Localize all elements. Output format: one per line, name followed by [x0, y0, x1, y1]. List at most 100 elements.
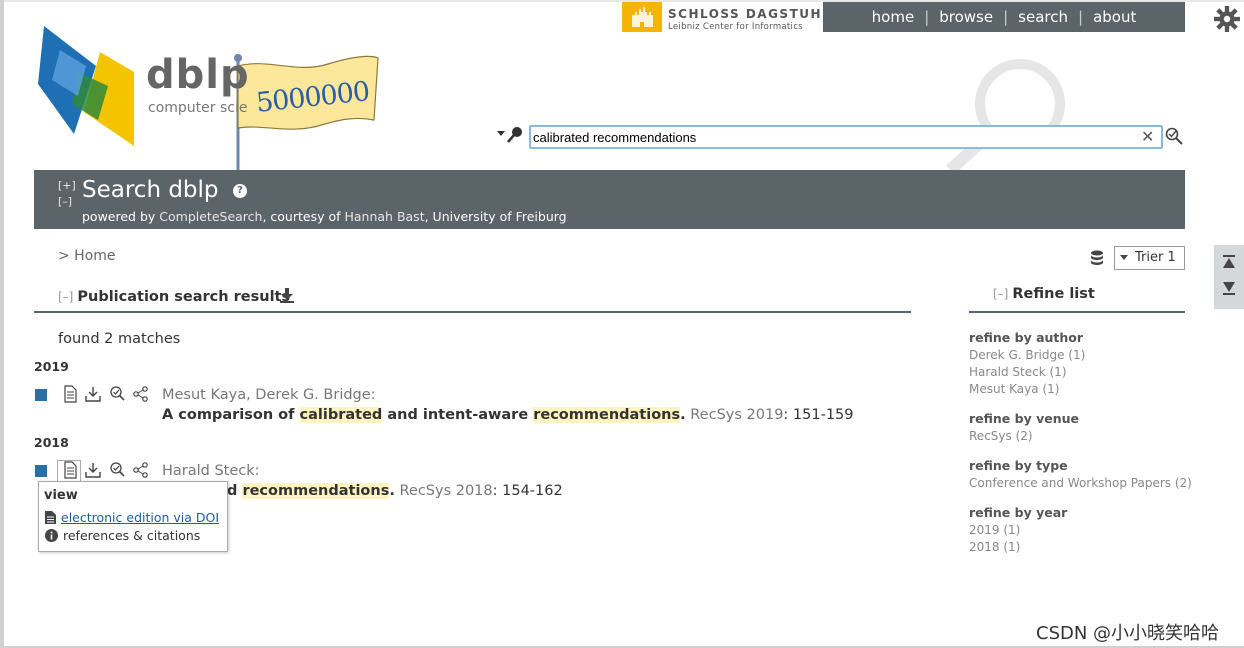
refine-group-heading: refine by venue: [969, 411, 1079, 426]
title-highlight: recommendations: [242, 483, 390, 499]
gear-icon[interactable]: [1214, 6, 1240, 32]
nav-search[interactable]: search: [1008, 8, 1078, 26]
database-icon: [1091, 250, 1103, 265]
export-download-icon[interactable]: [84, 385, 102, 403]
match-count: found 2 matches: [58, 331, 181, 347]
entry-authors[interactable]: Harald Steck:: [162, 463, 260, 479]
dblp-logo[interactable]: dblp computer scie 5000000: [38, 24, 398, 172]
logo-wordmark: dblp: [146, 52, 250, 98]
nav-about[interactable]: about: [1083, 8, 1146, 26]
share-icon[interactable]: [132, 385, 150, 403]
csdn-watermark: CSDN @小小晓笑哈哈: [1036, 623, 1220, 644]
popup-item-doi[interactable]: electronic edition via DOI: [45, 510, 219, 525]
top-navigation: home | browse | search | about: [823, 2, 1185, 32]
entry-venue[interactable]: RecSys 2018: [395, 483, 492, 499]
year-header: 2018: [34, 435, 69, 450]
references-label: references & citations: [63, 528, 201, 543]
refine-item[interactable]: RecSys (2): [969, 428, 1079, 445]
refine-by-author: refine by author Derek G. Bridge (1) Har…: [969, 330, 1085, 398]
header-toggles: [+] [–]: [58, 178, 76, 210]
view-document-icon[interactable]: [61, 385, 79, 403]
refine-group-heading: refine by year: [969, 505, 1068, 520]
doi-link[interactable]: electronic edition via DOI: [61, 510, 219, 525]
nav-browse[interactable]: browse: [929, 8, 1003, 26]
page-scroll-controls: [1214, 245, 1244, 309]
refine-by-type: refine by type Conference and Workshop P…: [969, 458, 1192, 492]
mirror-select[interactable]: Trier 1: [1114, 246, 1185, 270]
refine-group-heading: refine by type: [969, 458, 1068, 473]
sponsor-name: SCHLOSS DAGSTUHL: [668, 7, 832, 21]
popup-heading: view: [44, 488, 78, 503]
view-popup-menu: view electronic edition via DOI referenc…: [38, 481, 228, 552]
entry-pages: : 154-162: [492, 483, 563, 499]
breadcrumb[interactable]: > Home: [58, 248, 116, 264]
title-text: A comparison of: [162, 407, 300, 423]
refine-divider: [969, 311, 1185, 313]
title-text: d: [227, 483, 243, 499]
refine-item[interactable]: 2018 (1): [969, 539, 1067, 556]
title-highlight: calibrated: [299, 407, 383, 423]
share-icon[interactable]: [132, 461, 150, 479]
nav-home[interactable]: home: [862, 8, 925, 26]
refine-by-year: refine by year 2019 (1) 2018 (1): [969, 505, 1067, 556]
search-options-dropdown-icon[interactable]: [497, 126, 527, 144]
refine-group-heading: refine by author: [969, 330, 1084, 345]
download-icon[interactable]: [280, 288, 294, 303]
refine-item[interactable]: Conference and Workshop Papers (2): [969, 475, 1192, 492]
publication-type-icon: [35, 389, 47, 401]
refine-item[interactable]: 2019 (1): [969, 522, 1067, 539]
dagstuhl-sponsor-logo[interactable]: SCHLOSS DAGSTUHL Leibniz Center for Info…: [622, 2, 830, 32]
logo-subtitle: computer scie: [148, 100, 248, 116]
powered-suffix: , University of Freiburg: [424, 209, 567, 224]
refine-list-heading: [–] Refine list: [993, 286, 1095, 302]
refine-item[interactable]: Mesut Kaya (1): [969, 381, 1085, 398]
mirror-selected: Trier 1: [1135, 250, 1176, 265]
search-header-band: [+] [–] Search dblp ? powered by Complet…: [34, 170, 1185, 229]
refine-item[interactable]: Harald Steck (1): [969, 364, 1085, 381]
sponsor-tagline: Leibniz Center for Informatics: [668, 22, 803, 32]
results-collapse-toggle[interactable]: [–]: [58, 290, 73, 304]
refine-collapse-toggle[interactable]: [–]: [993, 287, 1008, 301]
export-download-icon[interactable]: [84, 461, 102, 479]
completesearch-link[interactable]: CompleteSearch: [159, 209, 262, 224]
entry-venue[interactable]: RecSys 2019: [686, 407, 783, 423]
refine-item[interactable]: Derek G. Bridge (1): [969, 347, 1085, 364]
powered-prefix: powered by: [82, 209, 160, 224]
publication-type-icon: [35, 465, 47, 477]
collapse-all-toggle[interactable]: [–]: [58, 194, 76, 210]
window-left-border: [0, 0, 4, 648]
help-icon[interactable]: ?: [233, 184, 247, 198]
results-divider: [34, 311, 911, 313]
search-box: [529, 125, 1163, 149]
popup-item-references[interactable]: references & citations: [45, 528, 200, 543]
chevron-down-icon: [1120, 255, 1128, 260]
entry-title[interactable]: d recommendations. RecSys 2018: 154-162: [227, 483, 563, 499]
title-text: and intent-aware: [382, 407, 534, 423]
refine-list-title: Refine list: [1012, 286, 1095, 302]
view-document-icon[interactable]: [61, 461, 79, 479]
refine-by-venue: refine by venue RecSys (2): [969, 411, 1079, 445]
hannah-bast-link[interactable]: Hannah Bast: [344, 209, 424, 224]
results-section-title: Publication search results: [77, 289, 291, 305]
scroll-to-top-icon[interactable]: [1222, 255, 1236, 269]
entry-pages: : 151-159: [783, 407, 854, 423]
expand-all-toggle[interactable]: [+]: [58, 178, 76, 194]
cite-search-icon[interactable]: [108, 461, 126, 479]
info-icon: [45, 529, 58, 542]
powered-mid: , courtesy of: [262, 209, 345, 224]
cite-search-icon[interactable]: [108, 385, 126, 403]
document-icon: [45, 511, 56, 524]
year-header: 2019: [34, 359, 69, 374]
scroll-to-bottom-icon[interactable]: [1222, 281, 1236, 295]
search-submit-icon[interactable]: [1164, 126, 1184, 146]
castle-icon: [622, 2, 662, 32]
page-title: Search dblp: [82, 177, 219, 203]
entry-authors[interactable]: Mesut Kaya, Derek G. Bridge:: [162, 387, 376, 403]
title-highlight: recommendations: [533, 407, 681, 423]
entry-title[interactable]: A comparison of calibrated and intent-aw…: [162, 407, 854, 423]
magnifier-watermark-icon: [945, 59, 1065, 172]
clear-search-icon[interactable]: ✕: [1141, 127, 1154, 146]
results-section-heading: [–] Publication search results: [58, 289, 290, 305]
powered-by-line: powered by CompleteSearch, courtesy of H…: [82, 209, 567, 224]
search-input[interactable]: [533, 128, 1133, 146]
